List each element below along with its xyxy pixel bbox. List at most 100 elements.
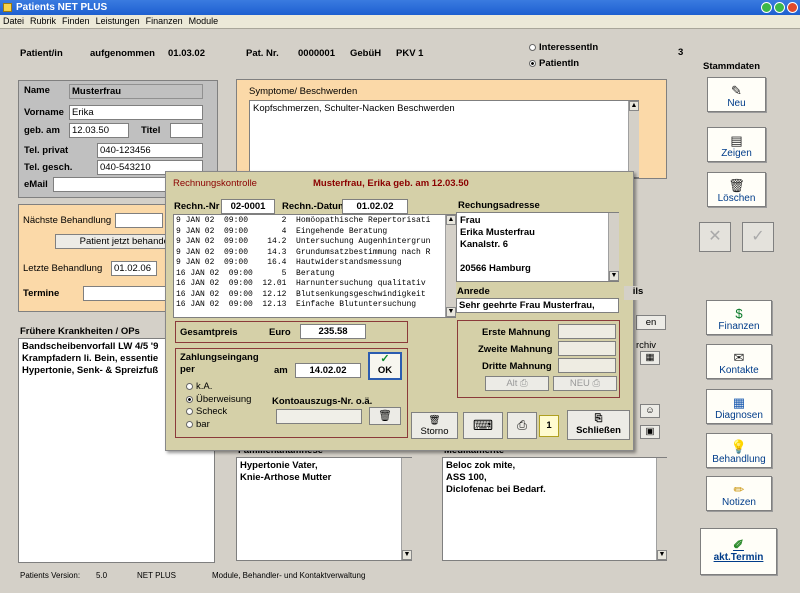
loeschen-label: Löschen: [717, 193, 756, 204]
neu-mahnung-button[interactable]: NEU ⎙: [553, 376, 617, 391]
opt-scheck[interactable]: Scheck: [186, 406, 227, 417]
vorname-field[interactable]: Erika: [69, 105, 203, 120]
opt-ueberweisung[interactable]: Überweisung: [186, 394, 251, 405]
archiv-label: rchiv: [636, 340, 657, 351]
adresse-scrollbar[interactable]: ▼: [608, 213, 619, 281]
ok-button[interactable]: ✓ OK: [368, 352, 402, 380]
am-field[interactable]: 14.02.02: [295, 363, 361, 378]
finanzen-button[interactable]: $ Finanzen: [706, 300, 772, 335]
akttermin-button[interactable]: ✐ akt.Termin: [700, 528, 777, 575]
menubar: Datei Rubrik Finden Leistungen Finanzen Modul…: [0, 15, 800, 29]
position-row[interactable]: 9 JAN 02 09:00 16.4 Hautwiderstandsmessu…: [176, 258, 453, 269]
close-button[interactable]: [787, 2, 798, 13]
letzte-field[interactable]: 01.02.06: [111, 261, 157, 276]
telprivat-field[interactable]: 040-123456: [97, 143, 203, 158]
datum-field[interactable]: 01.02.02: [342, 199, 408, 214]
maximize-button[interactable]: [774, 2, 785, 13]
scroll-up-icon[interactable]: ▲: [629, 101, 639, 111]
radio-interessent-label: InteressentIn: [539, 42, 599, 53]
zeigen-button[interactable]: ▤ Zeigen: [707, 127, 766, 162]
familien-text[interactable]: Hypertonie Vater, Knie-Arthose Mutter: [236, 457, 412, 561]
symptome-panel: Symptome/ Beschwerden Kopfschmerzen, Sch…: [236, 79, 667, 179]
notizen-label: Notizen: [722, 497, 756, 508]
medikamente-text[interactable]: Beloc zok mite, ASS 100, Diclofenac bei …: [442, 457, 667, 561]
zahlung-box: Zahlungseingang per am 14.02.02 ✓ OK k.A.…: [175, 348, 408, 438]
opt-ka[interactable]: k.A.: [186, 381, 212, 392]
name-field[interactable]: Musterfrau: [69, 84, 203, 99]
radio-patient[interactable]: PatientIn: [529, 58, 579, 69]
position-row[interactable]: 9 JAN 02 09:00 2 Homöopathische Repertor…: [176, 216, 453, 227]
notizen-button[interactable]: ✏ Notizen: [706, 476, 772, 511]
scroll-down-icon[interactable]: ▼: [609, 271, 619, 281]
storno-button[interactable]: 🗑 Storno: [411, 412, 458, 439]
rechnr-field[interactable]: 02-0001: [221, 199, 275, 214]
calculator-icon[interactable]: ⌨: [463, 412, 503, 439]
pencil-icon: ✏: [733, 482, 745, 497]
mahnung2-field[interactable]: [558, 341, 616, 356]
alt-button[interactable]: Alt ⎙: [485, 376, 549, 391]
gesamt-field[interactable]: 235.58: [300, 324, 366, 339]
menu-rubrik[interactable]: Rubrik: [27, 15, 59, 28]
cancel-icon[interactable]: ✕: [699, 222, 731, 252]
radio-icon: [186, 407, 193, 415]
menu-finanzen[interactable]: Finanzen: [143, 15, 186, 28]
position-row[interactable]: 9 JAN 02 09:00 14.3 Grundumsatzbestimmun…: [176, 248, 453, 259]
hidden-button[interactable]: en: [636, 315, 666, 330]
loeschen-button[interactable]: 🗑 Löschen: [707, 172, 766, 207]
menu-leistungen[interactable]: Leistungen: [93, 15, 143, 28]
minimize-button[interactable]: [761, 2, 772, 13]
scroll-down-icon[interactable]: ▼: [446, 307, 456, 317]
radio-interessent[interactable]: InteressentIn: [529, 42, 598, 53]
version-label: Patients Version:: [20, 571, 81, 580]
gebam-field[interactable]: 12.03.50: [69, 123, 129, 138]
naechste-field[interactable]: [115, 213, 163, 228]
delete-payment-icon[interactable]: 🗑: [369, 407, 401, 425]
diagnosen-button[interactable]: ▦ Diagnosen: [706, 389, 772, 424]
menu-module[interactable]: Module: [186, 15, 222, 28]
symptome-text[interactable]: Kopfschmerzen, Schulter-Nacken Beschwerd…: [249, 100, 639, 178]
scroll-down-icon[interactable]: ▼: [657, 550, 667, 560]
neu-button[interactable]: ✎ Neu: [707, 77, 766, 112]
symptome-scrollbar[interactable]: ▲: [628, 101, 639, 177]
name-label: Name: [24, 85, 50, 96]
calendar-icon[interactable]: ▦: [640, 351, 660, 365]
positions-scrollbar[interactable]: ▲ ▼: [445, 215, 456, 317]
opt-ka-label: k.A.: [196, 381, 213, 392]
person-icon[interactable]: ☺: [640, 404, 660, 418]
save-icon[interactable]: ▣: [640, 425, 660, 439]
storno-label: Storno: [420, 426, 449, 437]
scroll-down-icon[interactable]: ▼: [402, 550, 412, 560]
email-label: eMail: [24, 179, 48, 190]
medikamente-scrollbar[interactable]: ▼: [656, 458, 667, 560]
position-row[interactable]: 16 JAN 02 09:00 12.13 Einfache Blutunter…: [176, 300, 453, 311]
adresse-field[interactable]: Frau Erika Musterfrau Kanalstr. 6 20566 …: [456, 212, 619, 282]
familien-scrollbar[interactable]: ▼: [401, 458, 412, 560]
copies-field[interactable]: 1: [539, 415, 559, 437]
symptome-title: Symptome/ Beschwerden: [249, 86, 358, 97]
akttermin-label: akt.Termin: [713, 552, 764, 563]
position-row[interactable]: 16 JAN 02 09:00 12.01 Harnuntersuchung q…: [176, 279, 453, 290]
schliessen-button[interactable]: ⎘ Schließen: [567, 410, 630, 440]
diagnosen-label: Diagnosen: [715, 410, 763, 421]
scroll-up-icon[interactable]: ▲: [446, 215, 456, 225]
mahnung1-field[interactable]: [558, 324, 616, 339]
position-row[interactable]: 16 JAN 02 09:00 5 Beratung: [176, 269, 453, 280]
mahnung3-field[interactable]: [558, 358, 616, 373]
printer-icon[interactable]: ⎙: [507, 412, 537, 439]
opt-scheck-label: Scheck: [196, 406, 228, 417]
position-row[interactable]: 9 JAN 02 09:00 4 Eingehende Beratung: [176, 227, 453, 238]
confirm-icon[interactable]: ✓: [742, 222, 774, 252]
opt-bar[interactable]: bar: [186, 419, 210, 430]
position-row[interactable]: 16 JAN 02 09:00 12.12 Blutsenkungsgeschw…: [176, 290, 453, 301]
hidden-details-button[interactable]: ils: [624, 286, 652, 300]
behandlung-button[interactable]: 💡 Behandlung: [706, 433, 772, 468]
titel-field[interactable]: [170, 123, 203, 138]
konto-field[interactable]: [276, 409, 362, 424]
positions-list[interactable]: 9 JAN 02 09:00 2 Homöopathische Repertor…: [173, 214, 456, 318]
kontakte-button[interactable]: ✉ Kontakte: [706, 344, 772, 379]
titel-label: Titel: [141, 125, 161, 136]
menu-datei[interactable]: Datei: [0, 15, 27, 28]
menu-finden[interactable]: Finden: [59, 15, 93, 28]
anrede-field[interactable]: Sehr geehrte Frau Musterfrau,: [456, 298, 619, 313]
position-row[interactable]: 9 JAN 02 09:00 14.2 Untersuchung Augenhi…: [176, 237, 453, 248]
